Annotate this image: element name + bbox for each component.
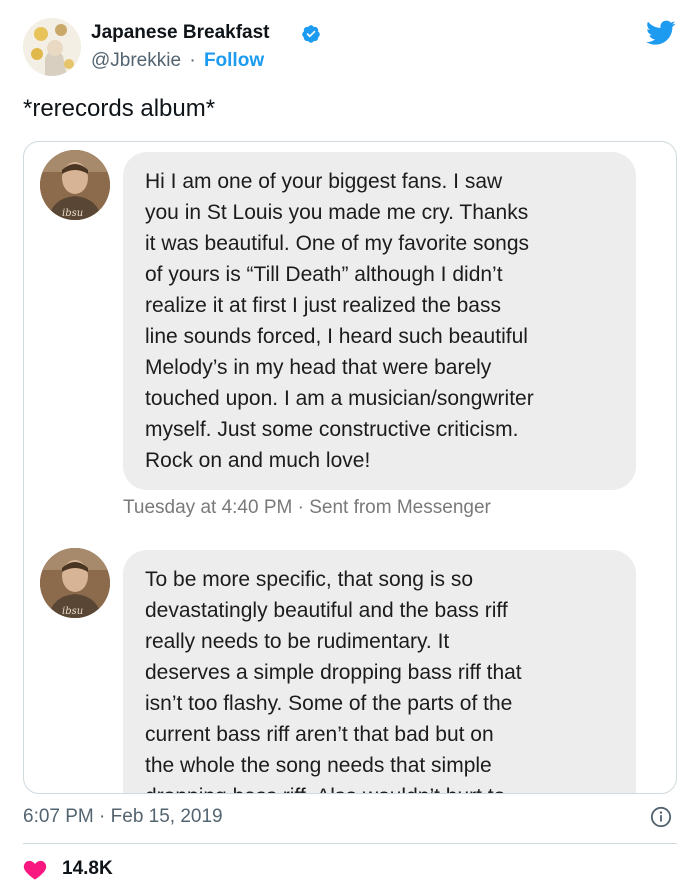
author-avatar[interactable]: [23, 18, 81, 76]
like-count[interactable]: 14.8K: [62, 858, 113, 880]
message-line: it was beautiful. One of my favorite son…: [145, 232, 530, 255]
message-line: realize it at first I just realized the …: [145, 294, 501, 317]
message-line: Melody’s in my head that were barely: [145, 356, 492, 379]
handle-row: @Jbrekkie · Follow: [91, 50, 264, 72]
message-line: the whole the song needs that simple: [145, 754, 492, 777]
message-line: of yours is “Till Death” although I didn…: [145, 263, 503, 286]
message-line: dropping bass riff. Also wouldn’t hurt t…: [145, 781, 614, 793]
sender-avatar: ibsu: [40, 548, 110, 618]
message-line: devastatingly beautiful and the bass rif…: [145, 599, 508, 622]
follow-button[interactable]: Follow: [204, 50, 264, 71]
message-line: myself. Just some constructive criticism…: [145, 418, 519, 441]
verified-badge-icon: [302, 25, 320, 43]
twitter-bird-icon[interactable]: [646, 20, 676, 46]
message-line: touched upon. I am a musician/songwriter: [145, 387, 534, 410]
message-line: line sounds forced, I heard such beautif…: [145, 325, 528, 348]
message-line: current bass riff aren’t that bad but on: [145, 723, 494, 746]
divider: [23, 843, 677, 844]
message-meta: Tuesday at 4:40 PM · Sent from Messenger: [123, 497, 491, 518]
tweet-timestamp[interactable]: 6:07 PM · Feb 15, 2019: [23, 806, 223, 828]
author-handle[interactable]: @Jbrekkie: [91, 50, 181, 71]
message-line: really needs to be rudimentary. It: [145, 630, 450, 653]
svg-text:ibsu: ibsu: [62, 208, 83, 219]
message-bubble: To be more specific, that song is so dev…: [123, 550, 636, 793]
message-line: Hi I am one of your biggest fans. I saw: [145, 170, 503, 193]
message-line: Rock on and much love!: [145, 449, 371, 472]
message-line: To be more specific, that song is so: [145, 568, 473, 591]
sender-avatar: ibsu: [40, 150, 110, 220]
media-image[interactable]: ibsu Hi I am one of your biggest fans. I…: [23, 141, 677, 794]
tweet-text: *rerecords album*: [23, 95, 216, 122]
message-line: you in St Louis you made me cry. Thanks: [145, 201, 529, 224]
heart-icon[interactable]: [23, 858, 47, 880]
author-name[interactable]: Japanese Breakfast: [91, 22, 270, 44]
separator: ·: [189, 50, 196, 71]
tweet-card: Japanese Breakfast @Jbrekkie · Follow *r…: [0, 0, 700, 896]
message-bubble: Hi I am one of your biggest fans. I saw …: [123, 152, 636, 490]
svg-text:ibsu: ibsu: [62, 606, 83, 617]
message-line: deserves a simple dropping bass riff tha…: [145, 661, 522, 684]
info-icon[interactable]: [650, 806, 672, 828]
message-line: isn’t too flashy. Some of the parts of t…: [145, 692, 513, 715]
